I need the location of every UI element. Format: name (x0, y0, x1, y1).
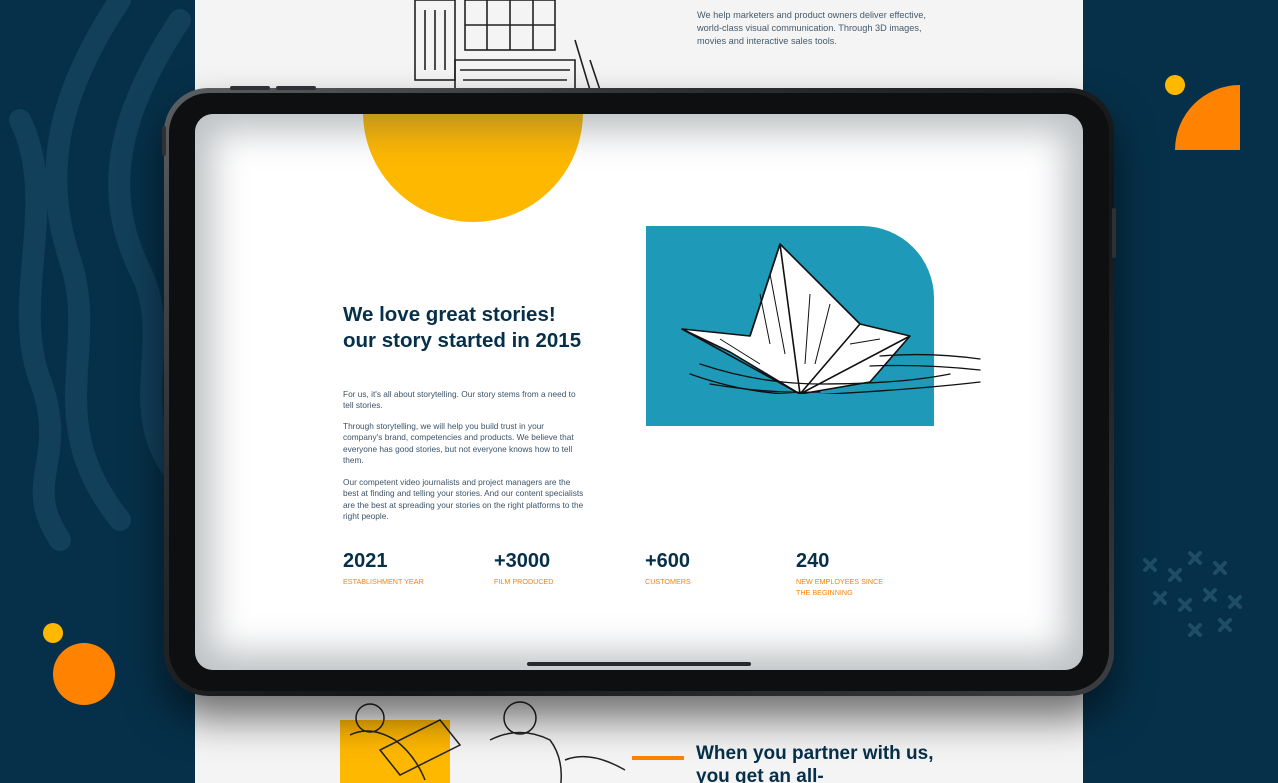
stat-value: 2021 (343, 550, 388, 572)
tablet-top-button (230, 86, 270, 90)
story-paragraph: Through storytelling, we will help you b… (343, 421, 574, 465)
stat-value: +600 (645, 550, 691, 572)
tablet-screen: We love great stories! our story started… (195, 114, 1083, 670)
tablet-device-frame: We love great stories! our story started… (162, 86, 1116, 696)
story-paragraph: For us, it's all about storytelling. Our… (343, 389, 576, 411)
stat-label: FILM PRODUCED (494, 577, 554, 586)
intro-blurb: We help marketers and product owners del… (697, 10, 926, 46)
home-indicator-bar[interactable] (527, 662, 751, 666)
stat-item: 2021 ESTABLISHMENT YEAR (343, 550, 463, 587)
stat-value: 240 (796, 550, 830, 572)
decor-dot-yellow (1165, 75, 1185, 95)
stat-item: +600 CUSTOMERS (645, 550, 765, 587)
stat-label: NEW EMPLOYEES SINCE THE BEGINNING (796, 577, 884, 597)
tablet-top-button (276, 86, 316, 90)
story-paragraph: Our competent video journalists and proj… (343, 477, 584, 521)
stat-item: +3000 FILM PRODUCED (494, 550, 614, 587)
building-illustration-icon (414, 0, 601, 91)
decor-yellow-circle (363, 114, 583, 222)
stat-label: ESTABLISHMENT YEAR (343, 577, 424, 586)
stat-item: 240 NEW EMPLOYEES SINCE THE BEGINNING (796, 550, 891, 598)
partner-heading-text: When you partner with us, you get an all… (696, 743, 934, 783)
people-illustration-icon (340, 701, 626, 783)
stat-label: CUSTOMERS (645, 577, 691, 586)
story-title: We love great stories! our story started… (343, 303, 582, 352)
paper-boat-illustration-icon (681, 243, 981, 394)
decor-quarter-circle-orange (1175, 85, 1240, 150)
tablet-side-button (1112, 208, 1116, 258)
decor-dot-yellow-small (43, 623, 63, 643)
decor-dot-orange (53, 643, 115, 705)
heading-accent-dash (632, 756, 684, 760)
background-cross-pattern (1143, 551, 1242, 637)
tablet-side-button (162, 126, 166, 156)
stat-value: +3000 (494, 550, 551, 572)
